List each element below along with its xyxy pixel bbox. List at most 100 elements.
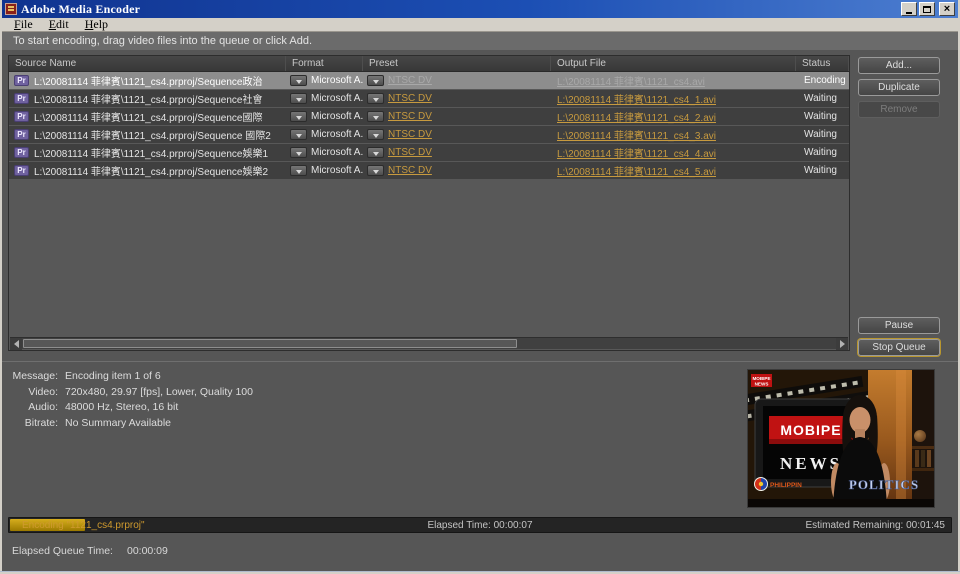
- source-path: L:\20081114 菲律賓\1121_cs4.prproj/Sequence…: [34, 109, 262, 124]
- queue-row[interactable]: Pr L:\20081114 菲律賓\1121_cs4.prproj/Seque…: [9, 144, 849, 161]
- source-cell: Pr L:\20081114 菲律賓\1121_cs4.prproj/Seque…: [9, 72, 286, 89]
- elapsed-queue-time: Elapsed Queue Time:00:00:09: [12, 545, 168, 557]
- format-dropdown[interactable]: [290, 93, 307, 104]
- add-button[interactable]: Add...: [858, 57, 940, 74]
- window-border-left: [0, 0, 2, 574]
- status-value: Waiting: [804, 165, 837, 176]
- output-file-link[interactable]: L:\20081114 菲律賓\1121_cs4_2.avi: [557, 109, 716, 124]
- preset-link[interactable]: NTSC DV: [388, 111, 432, 122]
- bitrate-value: No Summary Available: [65, 416, 171, 432]
- preset-dropdown[interactable]: [367, 75, 384, 86]
- premiere-file-icon: Pr: [14, 129, 29, 140]
- preset-dropdown[interactable]: [367, 165, 384, 176]
- preset-dropdown[interactable]: [367, 147, 384, 158]
- source-path: L:\20081114 菲律賓\1121_cs4.prproj/Sequence…: [34, 127, 271, 142]
- column-header-source-name[interactable]: Source Name: [9, 56, 286, 71]
- output-file-link[interactable]: L:\20081114 菲律賓\1121_cs4_5.avi: [557, 163, 716, 178]
- column-header-preset[interactable]: Preset: [363, 56, 551, 71]
- output-file-link[interactable]: L:\20081114 菲律賓\1121_cs4.avi: [557, 73, 705, 88]
- window-title: Adobe Media Encoder: [21, 2, 140, 17]
- minimize-icon: [906, 12, 912, 14]
- preset-cell: NTSC DV: [363, 144, 551, 161]
- close-button[interactable]: ×: [939, 2, 955, 16]
- pause-button[interactable]: Pause: [858, 317, 940, 334]
- output-cell: L:\20081114 菲律賓\1121_cs4_2.avi: [551, 108, 796, 125]
- minimize-button[interactable]: [901, 2, 917, 16]
- preset-link[interactable]: NTSC DV: [388, 165, 432, 176]
- video-label: Video:: [10, 385, 58, 401]
- preset-link[interactable]: NTSC DV: [388, 129, 432, 140]
- format-dropdown[interactable]: [290, 147, 307, 158]
- elapsed-queue-time-label: Elapsed Queue Time:: [12, 545, 113, 557]
- premiere-file-icon: Pr: [14, 75, 29, 86]
- maximize-button[interactable]: [919, 2, 935, 16]
- status-value: Waiting: [804, 93, 837, 104]
- output-file-link[interactable]: L:\20081114 菲律賓\1121_cs4_1.avi: [557, 91, 716, 106]
- preset-cell: NTSC DV: [363, 72, 551, 89]
- queue-row[interactable]: Pr L:\20081114 菲律賓\1121_cs4.prproj/Seque…: [9, 90, 849, 107]
- source-path: L:\20081114 菲律賓\1121_cs4.prproj/Sequence…: [34, 73, 262, 88]
- premiere-file-icon: Pr: [14, 111, 29, 122]
- column-header-output-file[interactable]: Output File: [551, 56, 796, 71]
- format-dropdown[interactable]: [290, 111, 307, 122]
- format-dropdown[interactable]: [290, 165, 307, 176]
- section-divider: [2, 361, 958, 362]
- scrollbar-thumb[interactable]: [23, 339, 517, 348]
- output-file-link[interactable]: L:\20081114 菲律賓\1121_cs4_4.avi: [557, 145, 716, 160]
- format-dropdown[interactable]: [290, 129, 307, 140]
- bitrate-label: Bitrate:: [10, 416, 58, 432]
- hint-text: To start encoding, drag video files into…: [2, 32, 958, 50]
- message-label: Message:: [10, 369, 58, 385]
- premiere-file-icon: Pr: [14, 93, 29, 104]
- preset-dropdown[interactable]: [367, 93, 384, 104]
- output-cell: L:\20081114 菲律賓\1121_cs4.avi: [551, 72, 796, 89]
- format-value: Microsoft A...: [311, 93, 363, 104]
- horizontal-scrollbar[interactable]: [10, 337, 848, 349]
- caption-text: POLITICS: [849, 477, 919, 492]
- preset-link[interactable]: NTSC DV: [388, 93, 432, 104]
- scroll-left-button[interactable]: [10, 338, 22, 350]
- preset-dropdown[interactable]: [367, 129, 384, 140]
- scroll-right-button[interactable]: [836, 338, 848, 350]
- format-value: Microsoft A...: [311, 165, 363, 176]
- scroll-left-icon: [14, 340, 19, 348]
- queue-row[interactable]: Pr L:\20081114 菲律賓\1121_cs4.prproj/Seque…: [9, 72, 849, 89]
- duplicate-button[interactable]: Duplicate: [858, 79, 940, 96]
- encoding-details: Message: Encoding item 1 of 6 Video: 720…: [10, 369, 440, 431]
- stop-queue-button[interactable]: Stop Queue: [858, 339, 940, 356]
- queue-row[interactable]: Pr L:\20081114 菲律賓\1121_cs4.prproj/Seque…: [9, 162, 849, 179]
- format-cell: Microsoft A...: [286, 108, 363, 125]
- video-value: 720x480, 29.97 [fps], Lower, Quality 100: [65, 385, 253, 401]
- status-cell: Waiting: [796, 90, 849, 107]
- queue-row[interactable]: Pr L:\20081114 菲律賓\1121_cs4.prproj/Seque…: [9, 108, 849, 125]
- format-cell: Microsoft A...: [286, 162, 363, 179]
- menu-help[interactable]: Help: [77, 17, 116, 32]
- format-dropdown[interactable]: [290, 75, 307, 86]
- preset-link[interactable]: NTSC DV: [388, 75, 432, 86]
- audio-value: 48000 Hz, Stereo, 16 bit: [65, 400, 178, 416]
- output-cell: L:\20081114 菲律賓\1121_cs4_3.avi: [551, 126, 796, 143]
- preset-dropdown[interactable]: [367, 111, 384, 122]
- column-header-status[interactable]: Status: [796, 56, 849, 71]
- title-bar[interactable]: Adobe Media Encoder ×: [2, 0, 958, 18]
- queue-header-row: Source Name Format Preset Output File St…: [9, 56, 849, 72]
- message-value: Encoding item 1 of 6: [65, 369, 161, 385]
- channel-name-text: PHILIPPIN: [770, 482, 802, 489]
- format-value: Microsoft A...: [311, 129, 363, 140]
- tv-brand-text: MOBIPE: [780, 422, 841, 438]
- maximize-icon: [923, 6, 931, 13]
- output-cell: L:\20081114 菲律賓\1121_cs4_5.avi: [551, 162, 796, 179]
- preset-link[interactable]: NTSC DV: [388, 147, 432, 158]
- status-cell: Encoding: [796, 72, 849, 89]
- status-value: Waiting: [804, 129, 837, 140]
- queue-row[interactable]: Pr L:\20081114 菲律賓\1121_cs4.prproj/Seque…: [9, 126, 849, 143]
- column-header-format[interactable]: Format: [286, 56, 363, 71]
- output-file-link[interactable]: L:\20081114 菲律賓\1121_cs4_3.avi: [557, 127, 716, 142]
- format-cell: Microsoft A...: [286, 90, 363, 107]
- preset-cell: NTSC DV: [363, 162, 551, 179]
- globe-prop: [914, 430, 926, 442]
- source-path: L:\20081114 菲律賓\1121_cs4.prproj/Sequence…: [34, 163, 268, 178]
- encoding-progress-bar: Encoding "1121_cs4.prproj" Elapsed Time:…: [8, 517, 952, 533]
- menu-edit[interactable]: Edit: [41, 17, 77, 32]
- menu-file[interactable]: File: [6, 17, 41, 32]
